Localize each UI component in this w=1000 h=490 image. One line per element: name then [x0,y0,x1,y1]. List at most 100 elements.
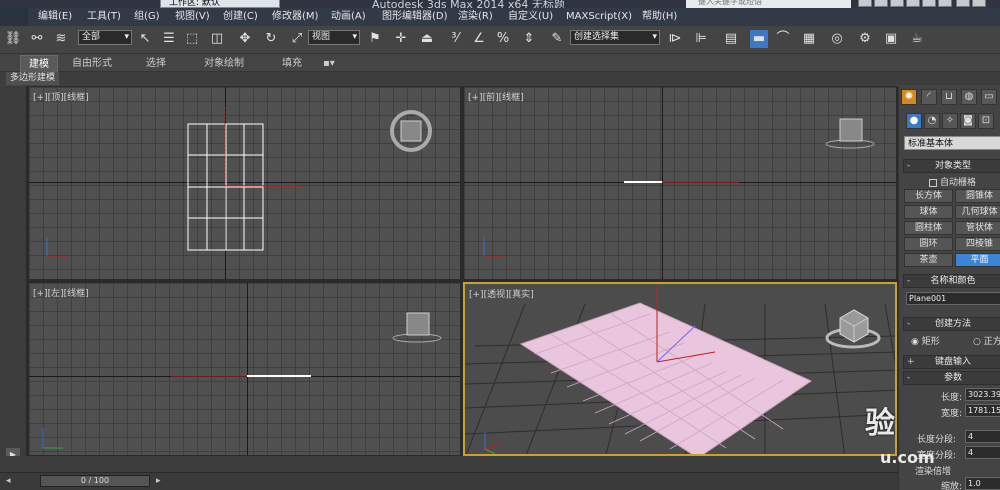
category-select[interactable]: 标准基本体 [904,136,1000,150]
viewport-perspective[interactable]: [+][透视][真实] [463,282,897,456]
keyboard-shortcut-icon[interactable]: ⏏ [418,30,436,48]
ribbon-tab-populate[interactable]: 填充 [282,55,302,72]
rect-selection-icon[interactable]: ⬚ [183,30,201,48]
mirror-icon[interactable]: ⧐ [666,30,684,48]
width-segs-field[interactable]: 4 [965,446,1000,459]
menu-rendering[interactable]: 渲染(R) [458,8,493,26]
scale-field[interactable]: 1.0 [965,477,1000,490]
viewport-front[interactable]: [+][前][线框] [463,86,897,280]
rollout-name-color[interactable]: - 名称和颜色 [903,274,1000,288]
hierarchy-tab-icon[interactable]: ⊔ [941,89,957,105]
rollout-object-type[interactable]: - 对象类型 [903,159,1000,173]
angle-snap-icon[interactable]: ∠ [470,30,488,48]
menu-maxscript[interactable]: MAXScript(X) [566,8,632,26]
align-icon[interactable]: ⊫ [692,30,710,48]
timeline-right-icon[interactable]: ▸ [156,476,161,486]
shapes-icon[interactable]: ◔ [924,113,940,129]
select-object-icon[interactable]: ↖ [136,30,154,48]
render-frame-icon[interactable]: ▣ [882,30,900,48]
move-icon[interactable]: ✥ [236,30,254,48]
cameras-icon[interactable]: ◙ [960,113,976,129]
spinner-snap-icon[interactable]: ⇕ [520,30,538,48]
geosphere-button[interactable]: 几何球体 [955,205,1000,219]
viewport-perspective-label[interactable]: [+][透视][真实] [469,287,534,300]
time-slider[interactable]: 0 / 100 [40,475,150,487]
viewport-left[interactable]: [+][左][线框] [28,282,461,456]
menu-create[interactable]: 创建(C) [223,8,258,26]
link-icon[interactable]: ⛓ [4,30,22,48]
width-field[interactable]: 1781.159 [965,404,1000,417]
ribbon-tab-object-paint[interactable]: 对象绘制 [204,55,244,72]
length-segs-field[interactable]: 4 [965,430,1000,443]
pivot-center-icon[interactable]: ⚑ [366,30,384,48]
selection-filter-select[interactable]: 全部 [78,30,132,45]
window-crossing-icon[interactable]: ◫ [208,30,226,48]
named-selection-select[interactable]: 创建选择集 [570,30,660,45]
render-production-icon[interactable]: ☕ [908,30,926,48]
schematic-view-icon[interactable]: ▦ [800,30,818,48]
snaps-toggle-icon[interactable]: ³⁄ [446,30,464,48]
helpers-icon[interactable]: ⊡ [978,113,994,129]
object-name-field[interactable]: Plane001 [906,292,1000,305]
unlink-icon[interactable]: ⚯ [28,30,46,48]
workspace-select[interactable]: 工作区: 默认 [160,0,280,8]
timeline-left-icon[interactable]: ◂ [6,476,11,486]
subscription-button[interactable] [890,0,904,7]
maximize-button[interactable] [972,0,986,7]
material-editor-icon[interactable]: ◎ [828,30,846,48]
infocenter-button[interactable] [874,0,888,7]
render-setup-icon[interactable]: ⚙ [856,30,874,48]
rectangle-radio[interactable]: ◉ 矩形 [911,334,940,347]
ribbon-subtab-poly-modeling[interactable]: 多边形建模 [6,72,60,85]
plane-button[interactable]: 平面 [955,253,1000,267]
length-field[interactable]: 3023.397 [965,388,1000,401]
display-tab-icon[interactable]: ▭ [981,89,997,105]
minimize-button[interactable] [956,0,970,7]
scale-icon[interactable]: ⤢ [288,30,306,48]
create-tab-icon[interactable]: ✺ [901,89,917,105]
viewport-front-label[interactable]: [+][前][线框] [468,90,524,103]
box-button[interactable]: 长方体 [904,189,953,203]
menu-edit[interactable]: 编辑(E) [38,8,72,26]
viewport-top-label[interactable]: [+][顶][线框] [33,90,89,103]
favorites-button[interactable] [922,0,936,7]
menu-help[interactable]: 帮助(H) [642,8,677,26]
torus-button[interactable]: 圆环 [904,237,953,251]
menu-tools[interactable]: 工具(T) [87,8,121,26]
help-button[interactable] [938,0,952,7]
reference-coord-select[interactable]: 视图 [308,30,360,45]
ribbon-options-icon[interactable]: ▪▾ [323,55,335,72]
select-by-name-icon[interactable]: ☰ [160,30,178,48]
menu-group[interactable]: 组(G) [134,8,160,26]
tube-button[interactable]: 管状体 [955,221,1000,235]
communication-button[interactable] [906,0,920,7]
menu-graph-editors[interactable]: 图形编辑器(D) [382,8,448,26]
autogrid-checkbox[interactable]: 自动栅格 [929,175,976,188]
menu-modifiers[interactable]: 修改器(M) [272,8,318,26]
rotate-icon[interactable]: ↻ [262,30,280,48]
geometry-icon[interactable]: ● [906,113,922,129]
viewport-left-label[interactable]: [+][左][线框] [33,286,89,299]
app-logo[interactable] [0,8,28,26]
select-manipulate-icon[interactable]: ✛ [392,30,410,48]
menu-animation[interactable]: 动画(A) [331,8,366,26]
search-button[interactable] [858,0,872,7]
search-input[interactable]: 键入关键字或短语 [686,0,851,8]
square-radio[interactable]: ○ 正方形 [973,334,1000,347]
edit-named-sets-icon[interactable]: ✎ [548,30,566,48]
cylinder-button[interactable]: 圆柱体 [904,221,953,235]
curve-editor-icon[interactable]: ⌒ [774,30,792,48]
graphite-ribbon-icon[interactable]: ▬ [750,30,768,48]
ribbon-tab-freeform[interactable]: 自由形式 [72,55,112,72]
layer-manager-icon[interactable]: ▤ [722,30,740,48]
cone-button[interactable]: 圆锥体 [955,189,1000,203]
pyramid-button[interactable]: 四棱锥 [955,237,1000,251]
motion-tab-icon[interactable]: ◍ [961,89,977,105]
modify-tab-icon[interactable]: ◜ [921,89,937,105]
menu-views[interactable]: 视图(V) [175,8,210,26]
bind-spacewarp-icon[interactable]: ≋ [52,30,70,48]
sphere-button[interactable]: 球体 [904,205,953,219]
lights-icon[interactable]: ✧ [942,113,958,129]
rollout-parameters[interactable]: - 参数 [903,371,1000,385]
percent-snap-icon[interactable]: % [494,30,512,48]
